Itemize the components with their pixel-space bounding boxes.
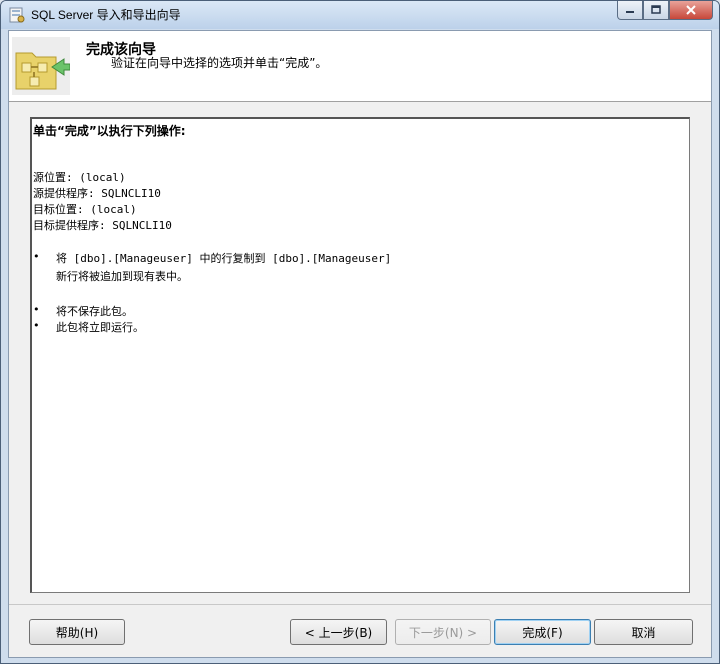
summary-text-box[interactable]: 单击“完成”以执行下列操作: 源位置: (local) 源提供程序: SQLNC… bbox=[30, 117, 690, 593]
wizard-window: SQL Server 导入和导出向导 完成该向导 验证在向导中选择的选项并单击“… bbox=[0, 0, 720, 664]
cancel-button[interactable]: 取消 bbox=[594, 619, 693, 645]
maximize-icon bbox=[651, 5, 661, 14]
package-flow-icon bbox=[12, 37, 70, 95]
action-run-now: 此包将立即运行。 bbox=[56, 321, 144, 334]
minimize-icon bbox=[626, 11, 634, 13]
close-icon bbox=[686, 5, 696, 15]
sql-server-wizard-icon bbox=[9, 7, 25, 23]
back-button[interactable]: < 上一步(B) bbox=[290, 619, 387, 645]
detail-destination-location: 目标位置: (local) bbox=[33, 203, 137, 216]
bullet-marker: • bbox=[33, 303, 40, 316]
page-subtitle: 验证在向导中选择的选项并单击“完成”。 bbox=[111, 56, 328, 70]
window-title: SQL Server 导入和导出向导 bbox=[31, 8, 181, 22]
detail-destination-provider: 目标提供程序: SQLNCLI10 bbox=[33, 219, 172, 232]
bullet-marker: • bbox=[33, 319, 40, 332]
summary-heading: 单击“完成”以执行下列操作: bbox=[33, 124, 186, 138]
close-button[interactable] bbox=[669, 1, 713, 20]
footer-divider bbox=[9, 604, 711, 605]
action-no-save: 将不保存此包。 bbox=[56, 305, 133, 318]
detail-source-provider: 源提供程序: SQLNCLI10 bbox=[33, 187, 161, 200]
action-copy-rows-note: 新行将被追加到现有表中。 bbox=[56, 270, 188, 283]
wizard-header: 完成该向导 验证在向导中选择的选项并单击“完成”。 bbox=[9, 31, 711, 102]
wizard-client-area: 完成该向导 验证在向导中选择的选项并单击“完成”。 单击“完成”以执行下列操作:… bbox=[8, 30, 712, 658]
bullet-marker: • bbox=[33, 250, 40, 263]
caption-buttons bbox=[617, 1, 713, 21]
maximize-button[interactable] bbox=[643, 1, 669, 20]
help-button[interactable]: 帮助(H) bbox=[29, 619, 125, 645]
action-copy-rows: 将 [dbo].[Manageuser] 中的行复制到 [dbo].[Manag… bbox=[56, 252, 392, 265]
minimize-button[interactable] bbox=[617, 1, 643, 20]
detail-source-location: 源位置: (local) bbox=[33, 171, 126, 184]
next-button[interactable]: 下一步(N) > bbox=[395, 619, 491, 645]
finish-button[interactable]: 完成(F) bbox=[494, 619, 591, 645]
title-bar[interactable]: SQL Server 导入和导出向导 bbox=[1, 1, 719, 29]
